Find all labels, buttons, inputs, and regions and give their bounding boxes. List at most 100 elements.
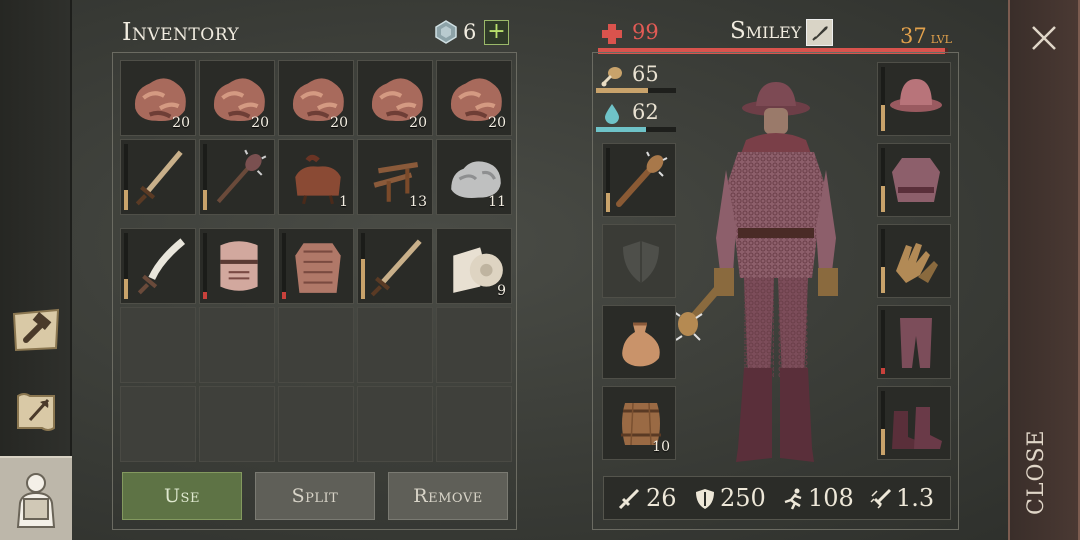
use-button[interactable]: Use bbox=[122, 472, 242, 520]
inventory-slot-empty[interactable] bbox=[120, 386, 196, 462]
remove-button[interactable]: Remove bbox=[388, 472, 508, 520]
attack-speed-value: 1.3 bbox=[896, 484, 935, 512]
durability-bar bbox=[361, 233, 365, 299]
inventory-slot-empty[interactable] bbox=[357, 386, 433, 462]
inventory-slot-wooden-stakes[interactable]: 13 bbox=[357, 139, 433, 215]
equip-slot-shield-placeholder[interactable] bbox=[602, 224, 676, 298]
equip-slot-leather-gloves[interactable] bbox=[877, 224, 951, 298]
durability-fill bbox=[606, 192, 610, 212]
inventory-slot-empty[interactable] bbox=[278, 307, 354, 383]
sack-icon bbox=[622, 322, 660, 367]
item-count: 1 bbox=[339, 194, 348, 210]
falchion-icon bbox=[137, 238, 186, 295]
inventory-slot-saddle[interactable]: 1 bbox=[278, 139, 354, 215]
inventory-slot-empty[interactable] bbox=[436, 386, 512, 462]
equip-slot-chainmail-shirt[interactable] bbox=[877, 143, 951, 217]
crafting-map-icon bbox=[12, 308, 60, 352]
currency-count: 6 bbox=[463, 20, 477, 44]
durability-fill bbox=[881, 429, 885, 455]
durability-bar bbox=[881, 391, 885, 455]
rename-button[interactable] bbox=[806, 19, 833, 46]
equip-slot-barrel[interactable]: 10 bbox=[602, 386, 676, 460]
tab-crafting[interactable] bbox=[0, 290, 72, 370]
armor-shield-icon bbox=[696, 489, 714, 509]
leather-gloves-icon bbox=[896, 243, 938, 283]
durability-bar bbox=[881, 229, 885, 293]
item-count: 20 bbox=[409, 115, 427, 131]
durability-bar bbox=[606, 148, 610, 212]
speed-value: 108 bbox=[808, 484, 854, 512]
tab-character[interactable] bbox=[0, 456, 72, 540]
durability-fill bbox=[881, 367, 885, 374]
tab-rail bbox=[0, 0, 72, 540]
inventory-slot-cloth-roll[interactable]: 9 bbox=[436, 228, 512, 304]
equip-slot-spiked-club[interactable] bbox=[602, 143, 676, 217]
quill-icon bbox=[811, 25, 828, 41]
equip-slot-boots[interactable] bbox=[877, 386, 951, 460]
inventory-slot-copper-ore[interactable]: 20 bbox=[120, 60, 196, 136]
gambeson-icon bbox=[295, 243, 341, 293]
inventory-slot-copper-ore[interactable]: 20 bbox=[436, 60, 512, 136]
durability-fill bbox=[203, 190, 207, 210]
inventory-slot-stone[interactable]: 11 bbox=[436, 139, 512, 215]
food-bar-fill bbox=[596, 88, 648, 93]
durability-bar bbox=[124, 233, 128, 299]
item-count: 11 bbox=[488, 194, 506, 210]
inventory-slot-empty[interactable] bbox=[120, 307, 196, 383]
item-count: 10 bbox=[652, 439, 670, 455]
inventory-title: Inventory bbox=[122, 18, 240, 46]
inventory-slot-empty[interactable] bbox=[436, 307, 512, 383]
spiked-club-icon bbox=[616, 151, 668, 207]
equip-slot-chainmail-leggings[interactable] bbox=[877, 305, 951, 379]
equip-slot-sack[interactable] bbox=[602, 305, 676, 379]
inventory-slot-copper-ore[interactable]: 20 bbox=[357, 60, 433, 136]
food-value: 65 bbox=[632, 62, 659, 86]
long-sword-icon bbox=[370, 239, 422, 297]
level-suffix: lvl bbox=[930, 28, 952, 47]
boots-icon bbox=[892, 407, 942, 449]
inventory-slot-long-sword[interactable] bbox=[357, 228, 433, 304]
character-name: Smiley bbox=[730, 18, 802, 44]
durability-bar bbox=[203, 144, 207, 210]
item-count: 20 bbox=[172, 115, 190, 131]
gem-currency-icon bbox=[435, 20, 457, 44]
armor-value: 250 bbox=[720, 484, 766, 512]
spiked-mace-icon bbox=[216, 149, 267, 204]
tab-journal[interactable] bbox=[0, 372, 72, 452]
inventory-slot-copper-ore[interactable]: 20 bbox=[199, 60, 275, 136]
durability-fill bbox=[203, 292, 207, 299]
inventory-slot-great-helm[interactable] bbox=[199, 228, 275, 304]
buy-currency-button[interactable]: + bbox=[484, 20, 509, 45]
durability-bar bbox=[203, 233, 207, 299]
speed-runner-icon bbox=[784, 488, 802, 510]
split-button[interactable]: Split bbox=[255, 472, 375, 520]
inventory-slot-copper-ore[interactable]: 20 bbox=[278, 60, 354, 136]
durability-fill bbox=[124, 279, 128, 299]
durability-bar bbox=[881, 67, 885, 131]
attack-speed-icon bbox=[870, 488, 892, 509]
health-cross-icon bbox=[602, 24, 622, 44]
item-count: 13 bbox=[409, 194, 427, 210]
durability-fill bbox=[881, 267, 885, 293]
close-label[interactable]: CLOSE bbox=[1024, 395, 1049, 515]
durability-fill bbox=[881, 186, 885, 212]
durability-fill bbox=[361, 259, 365, 299]
inventory-slot-empty[interactable] bbox=[278, 386, 354, 462]
inventory-slot-empty[interactable] bbox=[199, 386, 275, 462]
inventory-slot-spiked-mace[interactable] bbox=[199, 139, 275, 215]
item-count: 20 bbox=[330, 115, 348, 131]
attack-value: 26 bbox=[646, 484, 677, 512]
inventory-slot-empty[interactable] bbox=[199, 307, 275, 383]
item-count: 9 bbox=[497, 283, 506, 299]
inventory-slot-sword[interactable] bbox=[120, 139, 196, 215]
inventory-slot-empty[interactable] bbox=[357, 307, 433, 383]
durability-bar bbox=[124, 144, 128, 210]
inventory-slot-gambeson[interactable] bbox=[278, 228, 354, 304]
water-drop-icon bbox=[605, 104, 619, 124]
inventory-slot-falchion[interactable] bbox=[120, 228, 196, 304]
close-icon[interactable] bbox=[1028, 22, 1060, 54]
durability-fill bbox=[881, 105, 885, 131]
great-helm-icon bbox=[220, 241, 258, 291]
equip-slot-kettle-hat[interactable] bbox=[877, 62, 951, 136]
character-icon bbox=[16, 473, 56, 528]
